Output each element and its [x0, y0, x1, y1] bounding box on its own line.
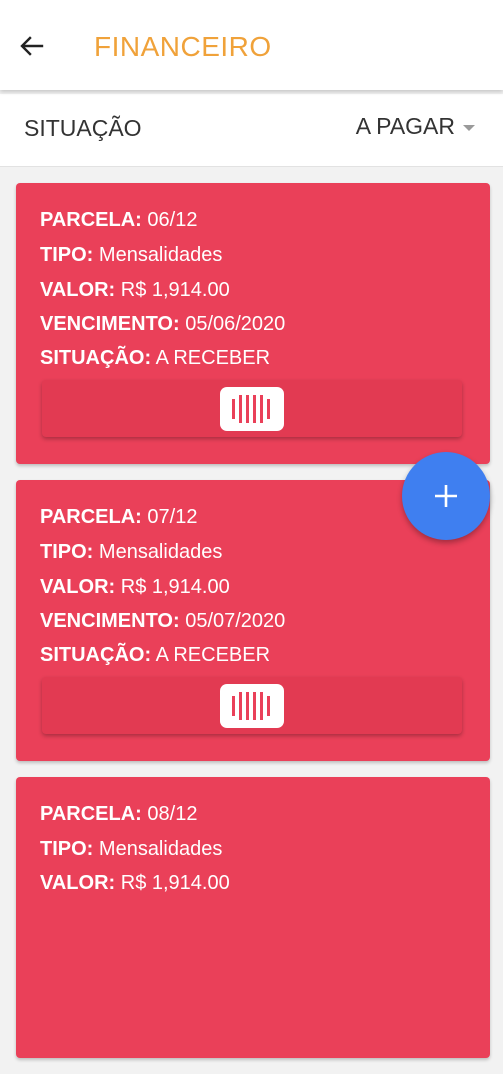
tipo-row: TIPO: Mensalidades [40, 838, 222, 861]
valor-value: R$ 1,914.00 [120, 279, 230, 301]
valor-value: R$ 1,914.00 [120, 576, 230, 598]
barcode-icon [220, 387, 284, 431]
app-bar: FINANCEIRO [0, 0, 503, 90]
situacao-label: SITUAÇÃO: [40, 644, 152, 666]
tipo-value: Mensalidades [98, 541, 223, 563]
situacao-row: SITUAÇÃO: A RECEBER [40, 347, 270, 370]
valor-label: VALOR: [40, 279, 116, 301]
valor-row: VALOR: R$ 1,914.00 [40, 872, 230, 895]
tipo-row: TIPO: Mensalidades [40, 244, 222, 267]
valor-row: VALOR: R$ 1,914.00 [40, 279, 230, 302]
barcode-icon [220, 684, 284, 728]
valor-value: R$ 1,914.00 [120, 872, 230, 894]
tipo-row: TIPO: Mensalidades [40, 541, 222, 564]
parcela-label: PARCELA: [40, 803, 142, 825]
installment-card: PARCELA: 08/12 TIPO: Mensalidades VALOR:… [16, 777, 490, 1058]
valor-row: VALOR: R$ 1,914.00 [40, 576, 230, 599]
tipo-label: TIPO: [40, 838, 94, 860]
parcela-label: PARCELA: [40, 506, 142, 528]
filter-label: SITUAÇÃO [24, 115, 142, 141]
add-button[interactable] [402, 452, 490, 540]
vencimento-value: 05/07/2020 [185, 610, 286, 632]
situacao-select[interactable]: A PAGAR [356, 113, 475, 140]
tipo-value: Mensalidades [98, 244, 223, 266]
parcela-label: PARCELA: [40, 209, 142, 231]
parcela-value: 07/12 [147, 506, 198, 528]
tipo-label: TIPO: [40, 541, 94, 563]
parcela-value: 06/12 [147, 209, 198, 231]
situacao-select-value: A PAGAR [355, 113, 455, 139]
parcela-row: PARCELA: 07/12 [40, 506, 197, 529]
installment-card: PARCELA: 06/12 TIPO: Mensalidades VALOR:… [16, 183, 490, 464]
barcode-button[interactable] [42, 380, 462, 437]
vencimento-label: VENCIMENTO: [40, 610, 180, 632]
filter-bar: SITUAÇÃO A PAGAR [0, 94, 503, 167]
valor-label: VALOR: [40, 872, 116, 894]
add-icon [435, 485, 457, 507]
parcela-row: PARCELA: 08/12 [40, 803, 197, 826]
situacao-row: SITUAÇÃO: A RECEBER [40, 644, 270, 667]
installments-list: PARCELA: 06/12 TIPO: Mensalidades VALOR:… [16, 183, 490, 1074]
situacao-value: A RECEBER [155, 644, 271, 666]
valor-label: VALOR: [40, 576, 116, 598]
vencimento-label: VENCIMENTO: [40, 313, 180, 335]
dropdown-caret-icon [463, 124, 475, 131]
vencimento-row: VENCIMENTO: 05/06/2020 [40, 313, 285, 336]
arrow-back-icon [20, 36, 44, 56]
barcode-button[interactable] [42, 677, 462, 734]
tipo-label: TIPO: [40, 244, 94, 266]
vencimento-row: VENCIMENTO: 05/07/2020 [40, 610, 285, 633]
tipo-value: Mensalidades [98, 838, 223, 860]
vencimento-value: 05/06/2020 [185, 313, 286, 335]
parcela-row: PARCELA: 06/12 [40, 209, 197, 232]
page-title: FINANCEIRO [94, 31, 272, 62]
parcela-value: 08/12 [147, 803, 198, 825]
back-button[interactable] [16, 30, 48, 62]
situacao-label: SITUAÇÃO: [40, 347, 152, 369]
situacao-value: A RECEBER [155, 347, 271, 369]
